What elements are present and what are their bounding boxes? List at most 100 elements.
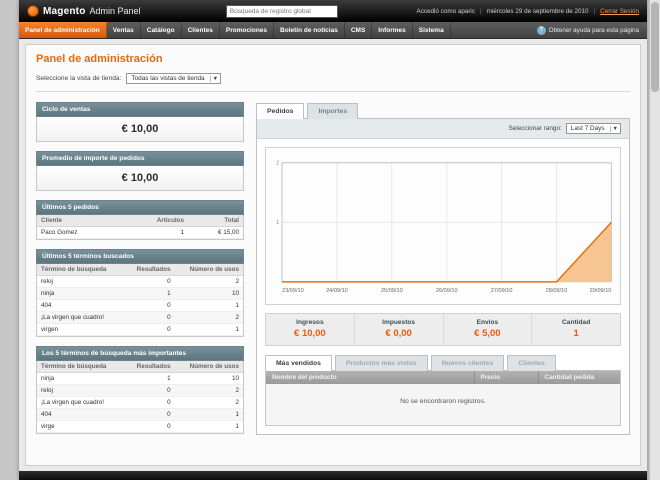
table-row[interactable]: ninja 1 10 bbox=[37, 287, 243, 300]
nav-item-boletin[interactable]: Boletín de noticias bbox=[274, 22, 345, 38]
store-view-value: Todas las vistas de tienda bbox=[131, 75, 205, 82]
table-row[interactable]: virgen 0 1 bbox=[37, 323, 243, 336]
nav-item-clientes[interactable]: Clientes bbox=[182, 22, 220, 38]
meta-separator: | bbox=[479, 7, 482, 15]
table-row[interactable]: ¡La virgen que cuadro! 0 2 bbox=[37, 396, 243, 409]
table-row[interactable]: Paco Gomez 1 € 15,00 bbox=[37, 226, 243, 239]
svg-text:27/09/10: 27/09/10 bbox=[491, 288, 513, 294]
totals-bar: Ingresos € 10,00 Impuestos € 0,00 Envíos… bbox=[265, 313, 621, 346]
browser-viewport: Magento Admin Panel Accedió como aparic … bbox=[0, 0, 660, 480]
logged-in-text: Accedió como aparic bbox=[416, 7, 475, 15]
range-strip: Seleccionar rango: Last 7 Days ▼ bbox=[257, 119, 629, 139]
column-header: Cantidad pedida bbox=[538, 371, 620, 384]
nav-item-dashboard[interactable]: Panel de administración bbox=[19, 22, 107, 38]
column-header: Precio bbox=[474, 371, 539, 384]
average-order-card: Promedio de importe de pedidos € 10,00 bbox=[36, 151, 244, 191]
products-grid: Nombre del producto Precio Cantidad pedi… bbox=[265, 371, 621, 426]
card-title: Ciclo de ventas bbox=[36, 102, 244, 117]
tab-productos-mas-vistos[interactable]: Productos más vistos bbox=[334, 355, 428, 371]
page-title: Panel de administración bbox=[36, 53, 163, 65]
date-text: miércoles 29 de septiembre de 2010 bbox=[486, 7, 589, 15]
lifetime-sales-card: Ciclo de ventas € 10,00 bbox=[36, 102, 244, 142]
left-column: Ciclo de ventas € 10,00 Promedio de impo… bbox=[36, 102, 244, 443]
column-header: Número de usos bbox=[174, 361, 243, 373]
card-title: Últimos 5 pedidos bbox=[36, 200, 244, 215]
table-row[interactable]: virge 0 1 bbox=[37, 420, 243, 433]
scrollbar-thumb[interactable] bbox=[651, 2, 659, 92]
range-select[interactable]: Last 7 Days ▼ bbox=[565, 123, 621, 134]
global-search-input[interactable] bbox=[225, 4, 338, 18]
last-orders-card: Últimos 5 pedidos Cliente Artículos Tota… bbox=[36, 200, 244, 240]
svg-text:24/09/10: 24/09/10 bbox=[326, 288, 348, 294]
column-header: Término de búsqueda bbox=[37, 264, 125, 276]
svg-text:2: 2 bbox=[276, 161, 279, 167]
store-view-select[interactable]: Todas las vistas de tienda ▼ bbox=[126, 73, 222, 84]
main-navigation: Panel de administración Ventas Catálogo … bbox=[19, 22, 647, 39]
card-title: Últimos 5 términos buscados bbox=[36, 249, 244, 264]
svg-text:28/09/10: 28/09/10 bbox=[546, 288, 568, 294]
brand: Magento Admin Panel bbox=[27, 5, 147, 17]
orders-panel: Seleccionar rango: Last 7 Days ▼ 1 2 23/09… bbox=[256, 119, 630, 435]
tab-nuevos-clientes[interactable]: Nuevos clientes bbox=[430, 355, 505, 371]
right-column: Pedidos Importes Seleccionar rango: Last… bbox=[256, 102, 630, 443]
orders-chart: 1 2 23/09/10 24/09/10 25/09/10 26/09/10 27/09/… bbox=[276, 161, 612, 294]
svg-text:23/09/10: 23/09/10 bbox=[282, 288, 304, 294]
help-label: Obtener ayuda para esta página bbox=[548, 26, 639, 34]
table-row[interactable]: 404 0 1 bbox=[37, 299, 243, 312]
top-search-terms-table: Término de búsqueda Resultados Número de… bbox=[37, 361, 243, 433]
top-header: Magento Admin Panel Accedió como aparic … bbox=[19, 0, 647, 22]
orders-amounts-tabs: Pedidos Importes bbox=[256, 102, 630, 119]
nav-item-promociones[interactable]: Promociones bbox=[220, 22, 275, 38]
range-label: Seleccionar rango: bbox=[508, 125, 562, 132]
chevron-down-icon: ▼ bbox=[209, 75, 218, 82]
help-icon: ? bbox=[536, 25, 546, 35]
orders-chart-box: 1 2 23/09/10 24/09/10 25/09/10 26/09/10 27/09/… bbox=[265, 147, 621, 305]
content-outer: Panel de administración Seleccione la vi… bbox=[19, 39, 647, 471]
store-view-label: Seleccione la vista de tienda: bbox=[36, 75, 122, 82]
tab-mas-vendidos[interactable]: Más vendidos bbox=[265, 355, 332, 371]
magento-admin-page: Magento Admin Panel Accedió como aparic … bbox=[19, 0, 647, 480]
stat-cantidad: Cantidad 1 bbox=[531, 314, 620, 345]
column-header: Total bbox=[188, 215, 243, 227]
header-meta: Accedió como aparic | miércoles 29 de se… bbox=[417, 8, 639, 15]
card-title: Los 5 términos de búsqueda más important… bbox=[36, 346, 244, 361]
scrollbar[interactable] bbox=[649, 0, 660, 480]
logout-link[interactable]: Cerrar Sesión bbox=[600, 8, 639, 15]
brand-name: Magento bbox=[43, 5, 86, 17]
nav-item-informes[interactable]: Informes bbox=[372, 22, 413, 38]
svg-text:29/09/10: 29/09/10 bbox=[590, 288, 612, 294]
stat-ingresos: Ingresos € 10,00 bbox=[294, 319, 326, 339]
nav-item-cms[interactable]: CMS bbox=[345, 22, 373, 38]
table-row[interactable]: ninja 1 10 bbox=[37, 372, 243, 385]
table-row[interactable]: reloj 0 2 bbox=[37, 275, 243, 288]
brand-product: Admin Panel bbox=[89, 6, 141, 16]
nav-item-sistema[interactable]: Sistema bbox=[413, 22, 451, 38]
column-header: Término de búsqueda bbox=[37, 361, 125, 373]
column-header: Número de usos bbox=[174, 264, 243, 276]
store-view-row: Seleccione la vista de tienda: Todas las… bbox=[36, 73, 630, 92]
page-help-link[interactable]: ? Obtener ayuda para esta página bbox=[529, 22, 647, 38]
stat-envios: Envíos € 5,00 bbox=[442, 314, 532, 345]
global-search-wrap bbox=[147, 4, 417, 18]
card-title: Promedio de importe de pedidos bbox=[36, 151, 244, 166]
column-header: Cliente bbox=[37, 215, 122, 227]
tab-clientes[interactable]: Clientes bbox=[507, 355, 556, 371]
table-row[interactable]: 404 0 1 bbox=[37, 408, 243, 421]
tab-pedidos[interactable]: Pedidos bbox=[256, 103, 305, 119]
last-search-terms-card: Últimos 5 términos buscados Término de b… bbox=[36, 249, 244, 337]
stat-impuestos: Impuestos € 0,00 bbox=[353, 314, 443, 345]
column-header: Nombre del producto bbox=[266, 371, 475, 384]
chevron-down-icon: ▼ bbox=[609, 125, 618, 132]
column-header: Artículos bbox=[121, 215, 189, 227]
lifetime-sales-value: € 10,00 bbox=[37, 117, 243, 141]
table-row[interactable]: reloj 0 2 bbox=[37, 384, 243, 397]
column-header: Resultados bbox=[124, 361, 175, 373]
tab-importes[interactable]: Importes bbox=[307, 103, 359, 119]
last-orders-table: Cliente Artículos Total Paco Gomez 1 € 1… bbox=[37, 215, 243, 239]
nav-item-catalogo[interactable]: Catálogo bbox=[141, 22, 182, 38]
nav-item-ventas[interactable]: Ventas bbox=[107, 22, 141, 38]
meta-separator: | bbox=[593, 7, 596, 15]
table-row[interactable]: ¡La virgen que cuadro! 0 2 bbox=[37, 311, 243, 324]
products-tabs: Más vendidos Productos más vistos Nuevos… bbox=[265, 354, 621, 371]
column-header: Resultados bbox=[124, 264, 175, 276]
